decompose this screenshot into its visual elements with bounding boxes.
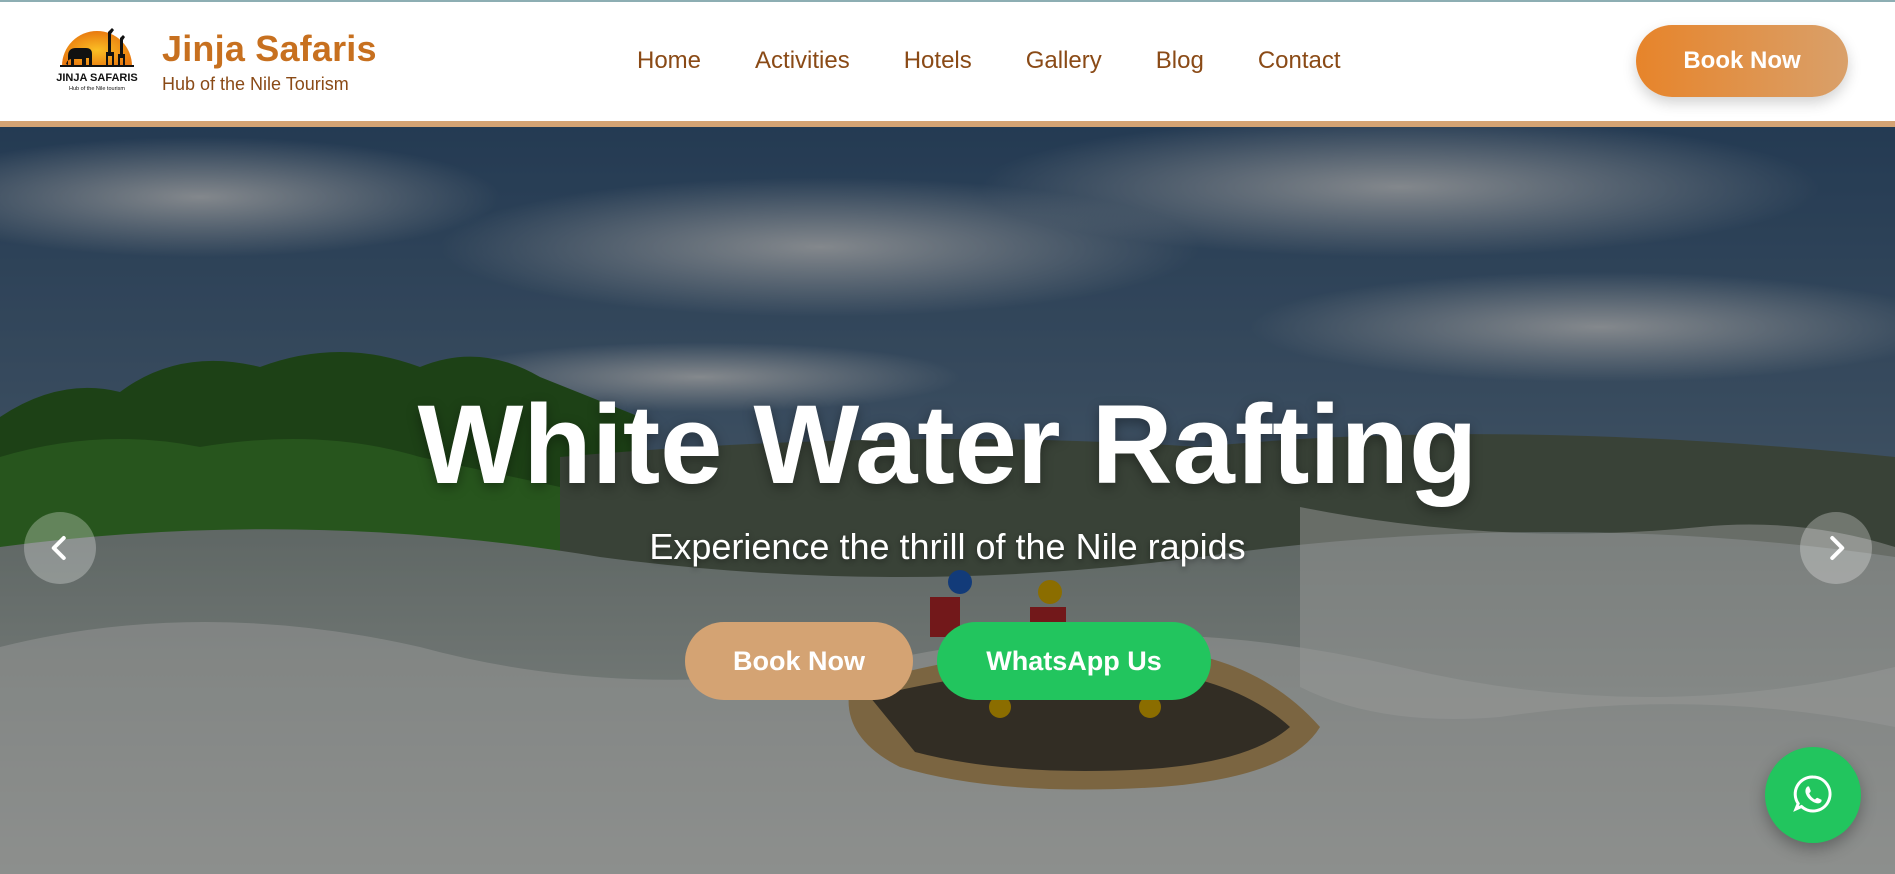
nav-item-activities[interactable]: Activities bbox=[755, 44, 850, 78]
nav-item-blog[interactable]: Blog bbox=[1156, 44, 1204, 78]
hero-book-now-button[interactable]: Book Now bbox=[685, 622, 913, 700]
whatsapp-float-button[interactable] bbox=[1765, 747, 1861, 843]
hero-slider: White Water Rafting Experience the thril… bbox=[0, 127, 1895, 874]
main-nav: Home Activities Hotels Gallery Blog Cont… bbox=[637, 44, 1341, 78]
logo[interactable]: JINJA SAFARIS Hub of the Nile tourism bbox=[56, 18, 138, 98]
whatsapp-icon bbox=[1793, 775, 1832, 813]
logo-emblem-icon: JINJA SAFARIS Hub of the Nile tourism bbox=[56, 28, 138, 92]
brand-name[interactable]: Jinja Safaris bbox=[162, 28, 377, 70]
slider-next-button[interactable] bbox=[1800, 512, 1872, 584]
header-book-now-button[interactable]: Book Now bbox=[1636, 25, 1848, 97]
hero-title: White Water Rafting bbox=[417, 382, 1478, 507]
brand-tagline: Hub of the Nile Tourism bbox=[162, 74, 349, 94]
nav-item-home[interactable]: Home bbox=[637, 44, 701, 78]
site-header: JINJA SAFARIS Hub of the Nile tourism Ji… bbox=[0, 0, 1895, 127]
nav-item-gallery[interactable]: Gallery bbox=[1026, 44, 1102, 78]
nav-item-contact[interactable]: Contact bbox=[1258, 44, 1341, 78]
hero-whatsapp-button[interactable]: WhatsApp Us bbox=[937, 622, 1211, 700]
nav-item-hotels[interactable]: Hotels bbox=[904, 44, 972, 78]
slider-prev-button[interactable] bbox=[24, 512, 96, 584]
chevron-left-icon bbox=[51, 536, 66, 560]
hero-subtitle: Experience the thrill of the Nile rapids bbox=[649, 526, 1246, 567]
header-top-line bbox=[0, 0, 1895, 2]
logo-text: JINJA SAFARIS bbox=[56, 72, 138, 84]
chevron-right-icon bbox=[1830, 536, 1845, 560]
logo-subtext: Hub of the Nile tourism bbox=[69, 86, 125, 92]
